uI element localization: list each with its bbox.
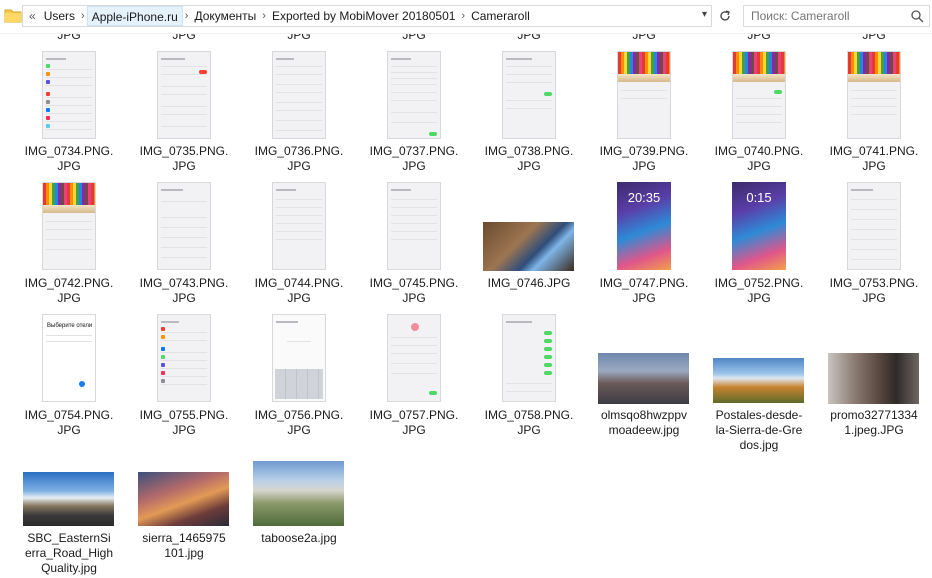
file-thumbnail bbox=[847, 182, 901, 270]
file-list-area[interactable]: JPG JPG JPG JPG JPG JPG JPG JPG IMG_0734… bbox=[0, 34, 932, 578]
file-name: Postales-desde- la-Sierra-de-Gre dos.jpg bbox=[715, 408, 803, 452]
file-name: promo32771334 1.jpeg.JPG bbox=[830, 408, 918, 437]
chevron-right-icon[interactable]: › bbox=[260, 10, 268, 22]
partial-file-label[interactable]: JPG bbox=[824, 34, 924, 42]
file-name: IMG_0735.PNG. JPG bbox=[139, 144, 229, 173]
lock-time: 0:15 bbox=[746, 190, 772, 205]
file-name: IMG_0756.PNG. JPG bbox=[254, 408, 344, 437]
partial-file-label[interactable]: JPG bbox=[709, 34, 809, 42]
file-name: IMG_0739.PNG. JPG bbox=[599, 144, 689, 173]
chevron-down-icon[interactable]: ▾ bbox=[702, 9, 707, 20]
file-thumbnail bbox=[713, 358, 804, 403]
search-box[interactable] bbox=[743, 5, 930, 27]
partial-file-label[interactable]: JPG bbox=[479, 34, 579, 42]
file-name: sierra_1465975 101.jpg bbox=[142, 531, 226, 560]
file-thumbnail bbox=[138, 472, 229, 526]
file-thumbnail bbox=[42, 51, 96, 139]
file-thumbnail bbox=[387, 314, 441, 402]
file-name: IMG_0753.PNG. JPG bbox=[829, 276, 919, 305]
partial-file-label[interactable]: JPG bbox=[594, 34, 694, 42]
file-thumbnail bbox=[272, 314, 326, 402]
file-name: IMG_0742.PNG. JPG bbox=[24, 276, 114, 305]
file-name: IMG_0738.PNG. JPG bbox=[484, 144, 574, 173]
file-thumbnail bbox=[617, 51, 671, 139]
search-input[interactable] bbox=[744, 6, 904, 26]
search-icon[interactable] bbox=[910, 9, 924, 23]
file-thumbnail bbox=[157, 182, 211, 270]
lock-time: 20:35 bbox=[627, 190, 661, 205]
chevron-right-icon[interactable]: › bbox=[79, 10, 87, 22]
refresh-icon bbox=[720, 10, 730, 21]
file-thumbnail bbox=[598, 353, 689, 404]
breadcrumb-apple-iphone[interactable]: Apple-iPhone.ru bbox=[86, 6, 183, 26]
file-thumbnail bbox=[253, 461, 344, 526]
file-name: IMG_0755.PNG. JPG bbox=[139, 408, 229, 437]
file-thumbnail: 20:35 bbox=[617, 182, 671, 270]
folder-icon bbox=[4, 9, 22, 23]
refresh-button[interactable] bbox=[714, 5, 736, 27]
thumb-heading: Выберите отели bbox=[47, 323, 93, 329]
file-thumbnail bbox=[732, 51, 786, 139]
file-name: IMG_0747.PNG. JPG bbox=[599, 276, 689, 305]
file-name: IMG_0743.PNG. JPG bbox=[139, 276, 229, 305]
file-thumbnail bbox=[847, 51, 901, 139]
breadcrumb-users[interactable]: Users bbox=[40, 6, 79, 26]
file-thumbnail bbox=[387, 182, 441, 270]
file-thumbnail bbox=[502, 51, 556, 139]
file-name: IMG_0744.PNG. JPG bbox=[254, 276, 344, 305]
file-name: IMG_0736.PNG. JPG bbox=[254, 144, 344, 173]
chevron-right-icon[interactable]: › bbox=[183, 10, 191, 22]
file-thumbnail bbox=[157, 314, 211, 402]
partial-file-label[interactable]: JPG bbox=[364, 34, 464, 42]
partial-file-label[interactable]: JPG bbox=[19, 34, 119, 42]
file-name: IMG_0754.PNG. JPG bbox=[24, 408, 114, 437]
file-name: IMG_0746.JPG bbox=[487, 276, 571, 290]
breadcrumb-cameraroll[interactable]: Cameraroll bbox=[467, 6, 534, 26]
file-thumbnail bbox=[272, 51, 326, 139]
file-thumbnail bbox=[42, 182, 96, 270]
partial-file-label[interactable]: JPG bbox=[134, 34, 234, 42]
file-thumbnail bbox=[387, 51, 441, 139]
file-name: IMG_0758.PNG. JPG bbox=[484, 408, 574, 437]
file-name: IMG_0741.PNG. JPG bbox=[829, 144, 919, 173]
file-name: IMG_0734.PNG. JPG bbox=[24, 144, 114, 173]
file-name: IMG_0745.PNG. JPG bbox=[369, 276, 459, 305]
partial-file-label[interactable]: JPG bbox=[249, 34, 349, 42]
file-name: IMG_0752.PNG. JPG bbox=[714, 276, 804, 305]
file-name: olmsqo8hwzppv moadeew.jpg bbox=[600, 408, 688, 437]
file-name: taboose2a.jpg bbox=[261, 531, 337, 545]
file-name: IMG_0757.PNG. JPG bbox=[369, 408, 459, 437]
breadcrumb-overflow[interactable]: « bbox=[23, 9, 40, 23]
chevron-right-icon[interactable]: › bbox=[459, 10, 467, 22]
file-thumbnail bbox=[483, 222, 574, 271]
file-thumbnail bbox=[23, 472, 114, 526]
breadcrumb-documents[interactable]: Документы bbox=[190, 6, 260, 26]
breadcrumb-exported[interactable]: Exported by MobiMover 20180501 bbox=[268, 6, 459, 26]
explorer-toolbar: « Users › Apple-iPhone.ru › Документы › … bbox=[0, 0, 932, 34]
file-name: IMG_0740.PNG. JPG bbox=[714, 144, 804, 173]
file-name: SBC_EasternSi erra_Road_High Quality.jpg bbox=[24, 531, 114, 575]
file-thumbnail: 0:15 bbox=[732, 182, 786, 270]
file-thumbnail bbox=[272, 182, 326, 270]
file-name: IMG_0737.PNG. JPG bbox=[369, 144, 459, 173]
file-thumbnail bbox=[157, 51, 211, 139]
address-bar[interactable]: « Users › Apple-iPhone.ru › Документы › … bbox=[22, 5, 712, 27]
file-thumbnail: Выберите отели bbox=[42, 314, 96, 402]
file-thumbnail bbox=[828, 353, 919, 404]
file-thumbnail bbox=[502, 314, 556, 402]
